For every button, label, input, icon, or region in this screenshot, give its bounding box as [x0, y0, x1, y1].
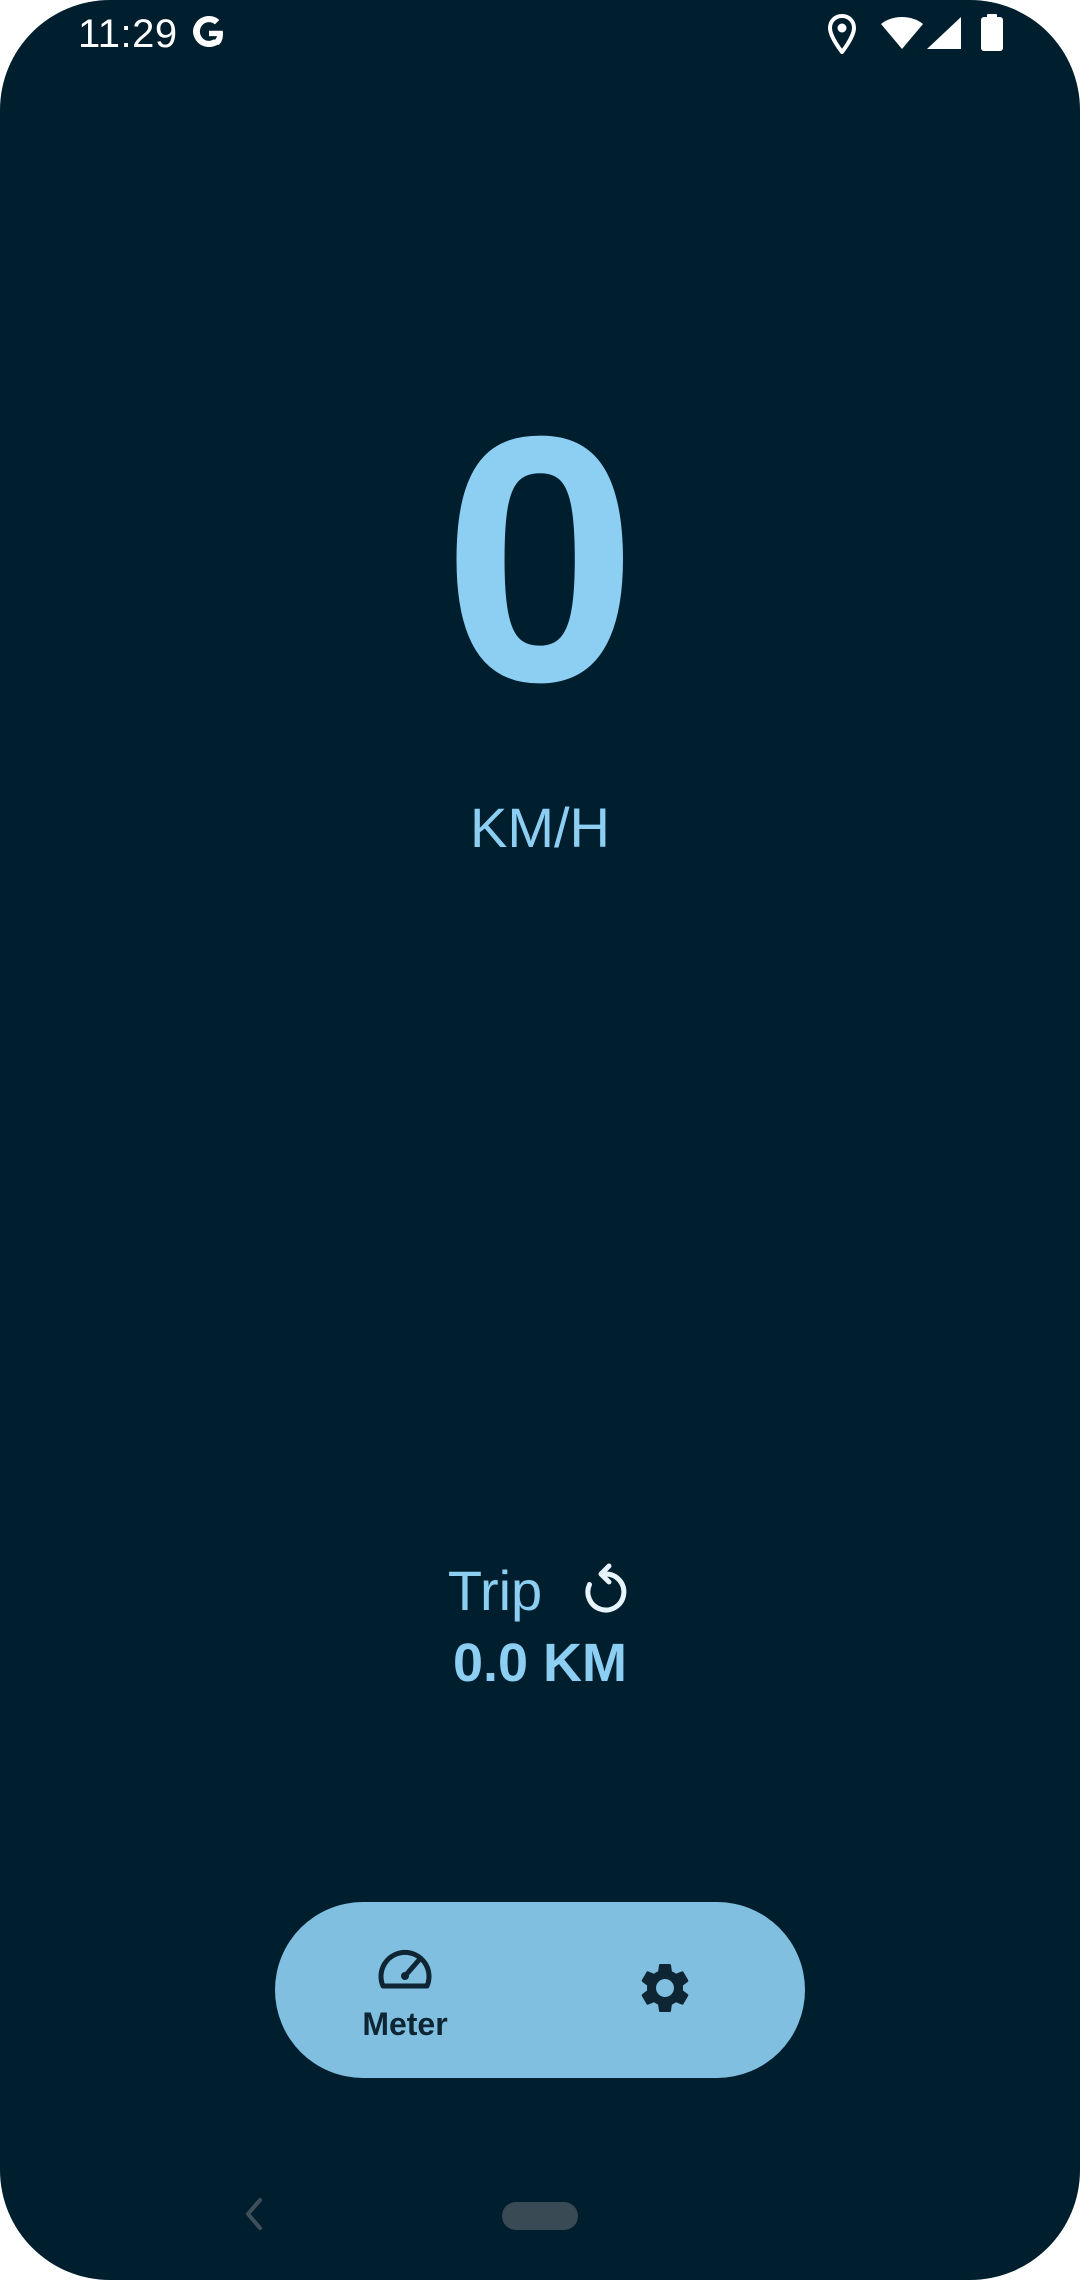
nav-item-meter-label: Meter [362, 2006, 448, 2042]
app-screen: 11:29 0 KM/H Trip 0.0 KM Meter [0, 0, 1080, 2280]
google-g-icon [190, 14, 228, 57]
signal-icon [926, 16, 962, 55]
location-icon [826, 13, 858, 59]
reset-icon[interactable] [580, 1563, 632, 1619]
back-icon[interactable] [240, 2196, 268, 2237]
bottom-nav: Meter [275, 1902, 805, 2078]
speedometer-icon [375, 1942, 435, 1997]
trip-distance: 0.0 KM [452, 1633, 628, 1693]
wifi-icon [880, 16, 924, 55]
nav-item-meter[interactable]: Meter [345, 1942, 465, 2042]
speed-unit: KM/H [470, 796, 610, 859]
gear-icon [635, 1964, 695, 2022]
status-time: 11:29 [78, 12, 178, 56]
speed-value: 0 [442, 364, 638, 755]
nav-item-settings[interactable] [635, 1958, 699, 2022]
trip-label: Trip [447, 1559, 543, 1622]
battery-icon [980, 14, 1004, 57]
trip-row: Trip [0, 1558, 1080, 1623]
home-pill[interactable] [502, 2202, 578, 2230]
status-bar: 11:29 [0, 0, 1080, 70]
